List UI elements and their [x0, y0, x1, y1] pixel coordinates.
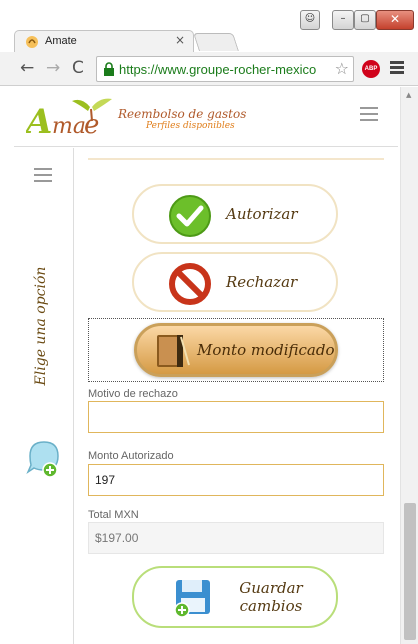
guardar-cambios-button[interactable]: Guardar cambios — [132, 566, 338, 628]
sidebar-label-text: Elige una opción — [33, 266, 49, 386]
minimize-button[interactable]: – — [332, 10, 354, 30]
browser-menu-icon[interactable] — [390, 61, 404, 76]
rechazar-button[interactable]: Rechazar — [132, 252, 338, 312]
address-bar[interactable]: https://www.groupe-rocher-mexico ☆ — [96, 56, 354, 82]
web-page: A ma e Reembolso de gastos Perfiles disp… — [0, 87, 418, 644]
forward-arrow-icon[interactable]: → — [46, 58, 60, 78]
guardar-line-1: Guardar — [239, 579, 303, 597]
svg-text:ma: ma — [52, 114, 86, 139]
new-tab-button[interactable] — [193, 33, 239, 51]
motivo-rechazo-input[interactable] — [88, 401, 384, 433]
amate-favicon-icon — [26, 36, 38, 48]
sidebar: Elige una opción — [14, 148, 74, 644]
browser-window: Amate × ☺ – ▢ ✕ ← → C https://www.groupe… — [0, 0, 418, 644]
autorizar-button[interactable]: Autorizar — [132, 184, 338, 244]
checkmark-icon — [169, 195, 211, 237]
monto-autorizado-label: Monto Autorizado — [88, 450, 174, 462]
reload-icon[interactable]: C — [72, 58, 84, 78]
tab-strip: Amate × ☺ – ▢ ✕ — [0, 0, 418, 52]
scrollbar-thumb[interactable] — [404, 503, 416, 640]
motivo-label: Motivo de rechazo — [88, 388, 178, 400]
save-disk-icon — [174, 580, 210, 618]
scroll-up-arrow-icon[interactable]: ▲ — [406, 91, 411, 99]
tab-title: Amate — [45, 35, 77, 47]
close-window-button[interactable]: ✕ — [376, 10, 414, 30]
maximize-button[interactable]: ▢ — [354, 10, 376, 30]
tab-close-icon[interactable]: × — [175, 33, 185, 47]
browser-toolbar: ← → C https://www.groupe-rocher-mexico ☆ — [0, 52, 418, 86]
monto-autorizado-input[interactable]: 197 — [88, 464, 384, 496]
main-content: Autorizar Rechazar Monto modificado Moti… — [88, 148, 398, 644]
svg-text:A: A — [26, 102, 52, 139]
hamburger-menu-icon[interactable] — [360, 107, 378, 125]
page-scrollbar[interactable]: ▲ — [400, 87, 418, 644]
rechazar-label: Rechazar — [226, 273, 298, 291]
document-edit-icon — [157, 335, 190, 367]
add-option-bubble-icon[interactable] — [24, 438, 64, 482]
guardar-line-2: cambios — [239, 597, 303, 615]
monto-modificado-label: Monto modificado — [197, 341, 335, 359]
guardar-cambios-label: Guardar cambios — [236, 579, 306, 615]
divider — [88, 158, 384, 160]
brand-title: Reembolso de gastos — [118, 107, 247, 121]
total-mxn-field: $197.00 — [88, 522, 384, 554]
adblock-icon[interactable]: ABP — [362, 60, 380, 78]
back-arrow-icon[interactable]: ← — [20, 58, 34, 78]
url-text: https://www.groupe-rocher-mexico — [119, 62, 317, 77]
sidebar-menu-icon[interactable] — [34, 168, 52, 186]
autorizar-label: Autorizar — [226, 205, 298, 223]
monto-modificado-button[interactable]: Monto modificado — [134, 323, 338, 377]
brand-subtitle: Perfiles disponibles — [146, 121, 235, 131]
tab-amate[interactable]: Amate × — [14, 30, 194, 52]
lock-icon — [104, 62, 114, 76]
sidebar-label: Elige una opción — [14, 258, 74, 408]
user-profile-icon[interactable]: ☺ — [300, 10, 320, 30]
bookmark-star-icon[interactable]: ☆ — [332, 59, 349, 78]
site-header: A ma e Reembolso de gastos Perfiles disp… — [14, 87, 398, 147]
amate-logo: A ma e — [26, 98, 112, 139]
total-mxn-label: Total MXN — [88, 509, 139, 521]
no-entry-icon — [169, 263, 211, 305]
